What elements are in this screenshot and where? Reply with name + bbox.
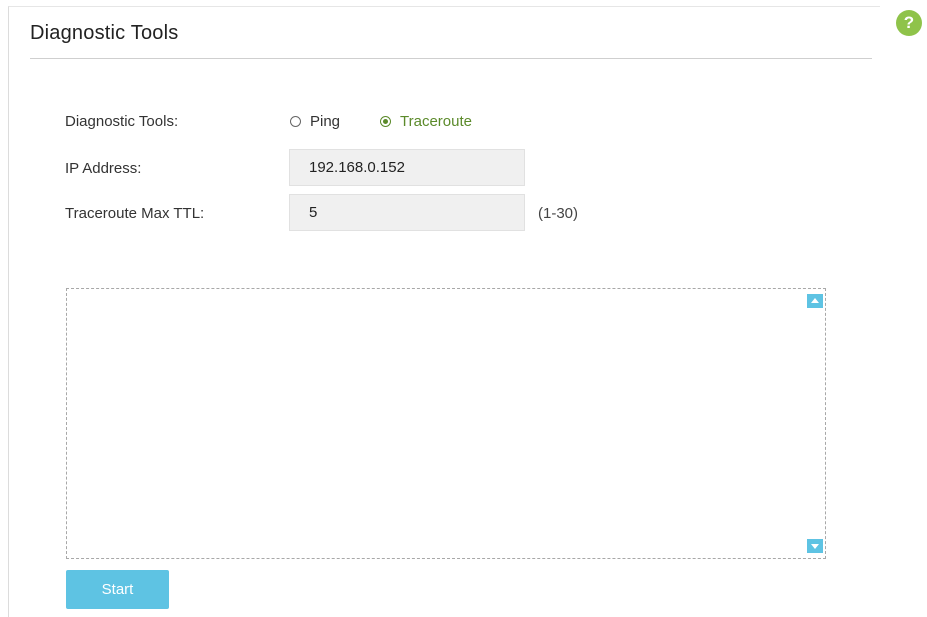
scroll-down-icon[interactable] — [807, 539, 823, 553]
traceroute-radio-label: Traceroute — [400, 113, 472, 130]
title-divider — [30, 58, 872, 59]
traceroute-max-ttl-label: Traceroute Max TTL: — [65, 205, 205, 222]
scroll-up-icon[interactable] — [807, 294, 823, 308]
ping-radio-label: Ping — [310, 113, 341, 130]
ip-address-label: IP Address: — [65, 160, 142, 177]
diagnostic-output-area[interactable] — [66, 288, 826, 559]
page-title: Diagnostic Tools — [30, 22, 179, 44]
help-icon[interactable]: ? — [896, 10, 922, 36]
ping-radio[interactable]: Ping — [290, 113, 340, 130]
traceroute-max-ttl-input[interactable]: 5 — [289, 194, 525, 231]
ttl-range-hint: (1-30) — [538, 205, 579, 222]
ip-address-input[interactable]: 192.168.0.152 — [289, 149, 525, 186]
diagnostic-tools-label: Diagnostic Tools: — [65, 113, 179, 130]
traceroute-radio[interactable]: Traceroute — [380, 113, 472, 130]
start-button[interactable]: Start — [66, 570, 169, 609]
radio-checked-icon — [380, 116, 391, 127]
radio-unchecked-icon — [290, 116, 301, 127]
